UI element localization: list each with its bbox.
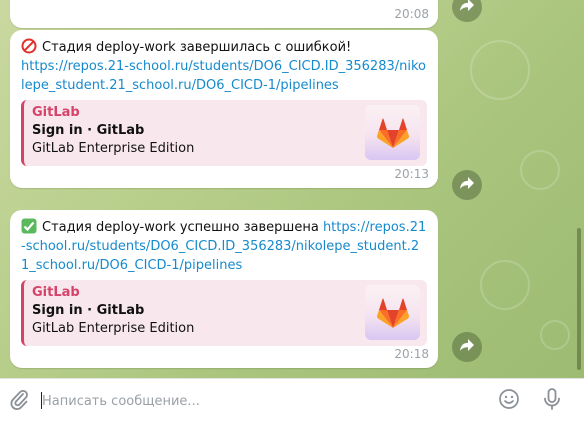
preview-site-name: GitLab: [32, 285, 80, 300]
paperclip-icon: [9, 388, 29, 414]
attach-button[interactable]: [6, 388, 32, 414]
background-doodle: [470, 40, 530, 100]
gitlab-logo-icon: [376, 298, 409, 328]
preview-site-name: GitLab: [32, 105, 80, 120]
preview-description: GitLab Enterprise Edition: [32, 141, 195, 156]
gitlab-logo-icon: [376, 118, 409, 148]
background-doodle: [520, 150, 560, 190]
gitlab-logo-thumbnail: [365, 285, 420, 340]
message-time: 20:18: [394, 347, 429, 361]
background-doodle: [540, 320, 570, 350]
share-arrow-icon: [459, 176, 475, 194]
message-composer: [0, 378, 584, 421]
share-arrow-icon: [459, 338, 475, 356]
chat-background: 20:08 Стадия deploy-work завершилась с о…: [0, 0, 584, 378]
message-text-line: Стадия deploy-work завершилась с ошибкой…: [21, 38, 427, 57]
message-time: 20:13: [394, 167, 429, 181]
link-preview[interactable]: GitLab Sign in · GitLab GitLab Enterpris…: [21, 280, 427, 346]
message-bubble: 20:08: [10, 0, 438, 28]
message-input[interactable]: [42, 390, 482, 412]
message-text: Стадия deploy-work успешно завершена: [42, 220, 319, 235]
voice-message-button[interactable]: [539, 388, 565, 414]
forward-button[interactable]: [452, 332, 482, 362]
chat-scrollbar[interactable]: [577, 228, 581, 370]
message-text: Стадия deploy-work завершилась с ошибкой…: [42, 40, 352, 55]
no-entry-emoji: [21, 38, 37, 54]
smiley-icon: [498, 388, 520, 414]
preview-title: Sign in · GitLab: [32, 123, 145, 138]
pipeline-link[interactable]: https://repos.21-school.ru/students/DO6_…: [21, 57, 427, 95]
preview-description: GitLab Enterprise Edition: [32, 321, 195, 336]
link-preview[interactable]: GitLab Sign in · GitLab GitLab Enterpris…: [21, 100, 427, 166]
gitlab-logo-thumbnail: [365, 105, 420, 160]
message-bubble: Стадия deploy-work успешно завершена htt…: [10, 210, 438, 368]
message-text-line: Стадия deploy-work успешно завершена htt…: [21, 218, 427, 275]
preview-title: Sign in · GitLab: [32, 303, 145, 318]
background-doodle: [480, 260, 530, 310]
emoji-button[interactable]: [496, 388, 522, 414]
forward-button[interactable]: [452, 0, 482, 22]
check-mark-emoji: [21, 218, 37, 234]
message-time: 20:08: [394, 7, 429, 21]
microphone-icon: [542, 387, 562, 415]
forward-button[interactable]: [452, 170, 482, 200]
message-bubble: Стадия deploy-work завершилась с ошибкой…: [10, 30, 438, 188]
share-arrow-icon: [459, 0, 475, 16]
